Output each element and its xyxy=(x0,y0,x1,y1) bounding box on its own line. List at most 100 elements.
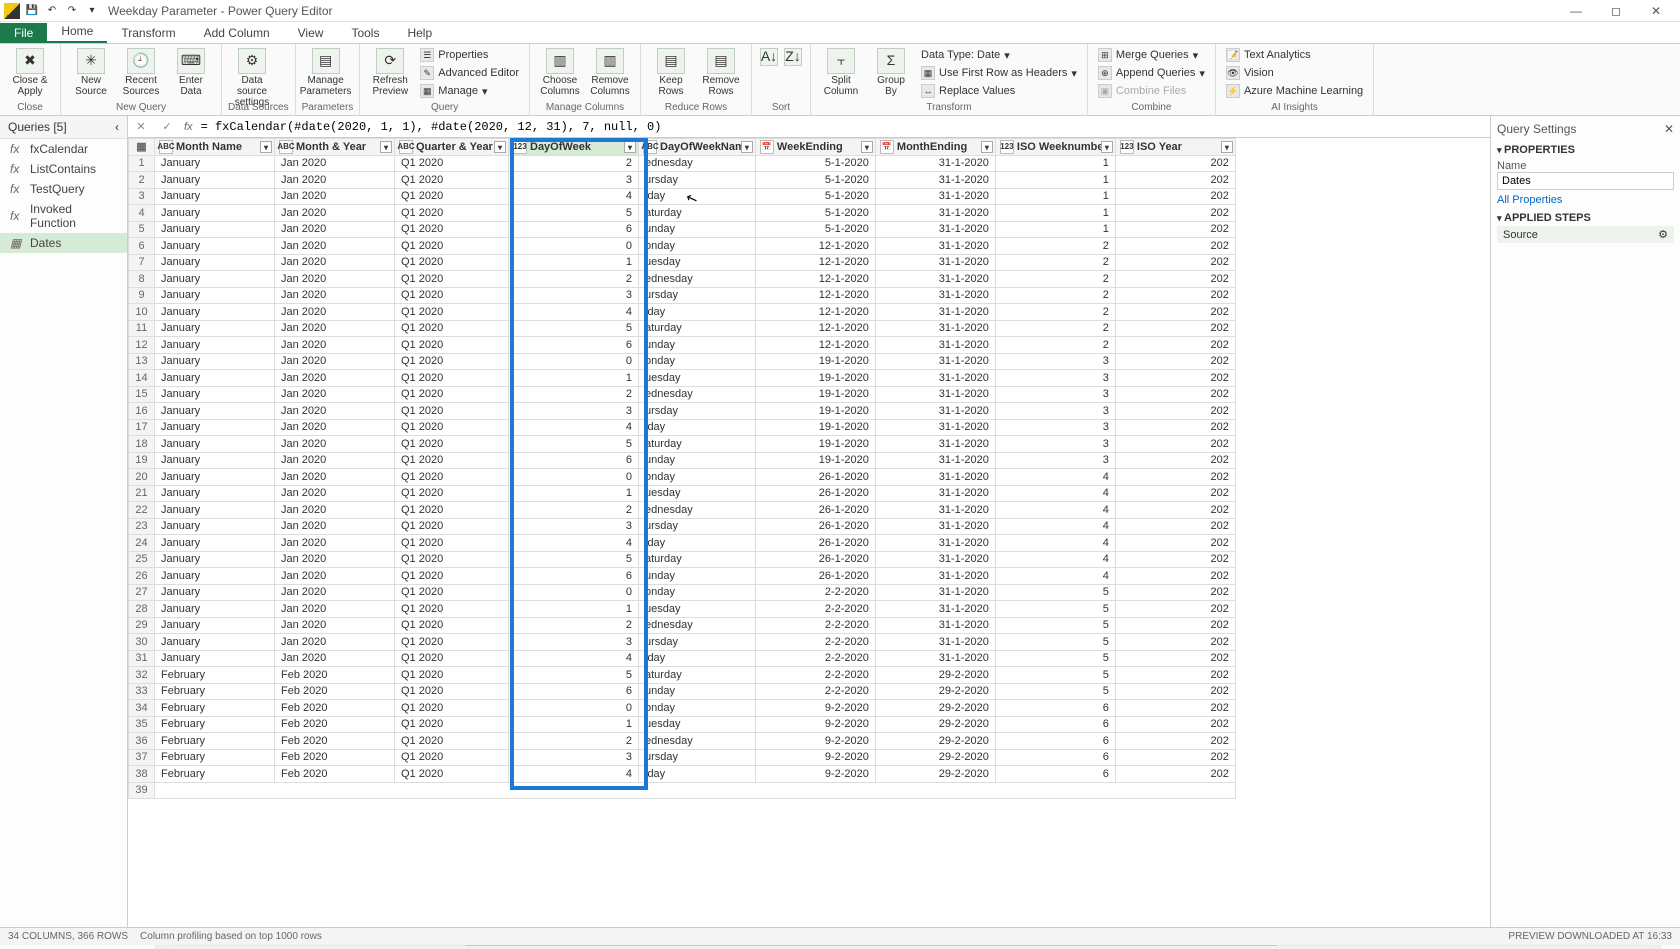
filter-icon[interactable]: ▾ xyxy=(1101,141,1113,153)
cell[interactable]: 31-1-2020 xyxy=(875,304,995,321)
cell[interactable]: January xyxy=(155,419,275,436)
cell[interactable]: January xyxy=(155,155,275,172)
table-row[interactable]: 34FebruaryFeb 2020Q1 20200onday9-2-20202… xyxy=(129,700,1236,717)
cell[interactable]: February xyxy=(155,683,275,700)
column-header[interactable]: 123ISO Weeknumber▾ xyxy=(995,139,1115,156)
column-header[interactable]: 123DayOfWeek▾ xyxy=(509,139,639,156)
collapse-queries-icon[interactable]: ‹ xyxy=(115,120,119,134)
tab-help[interactable]: Help xyxy=(393,23,446,43)
cell[interactable]: ursday xyxy=(639,634,756,651)
cell[interactable]: 2-2-2020 xyxy=(755,667,875,684)
cell[interactable]: January xyxy=(155,634,275,651)
cell[interactable]: 29-2-2020 xyxy=(875,766,995,783)
cell[interactable]: Q1 2020 xyxy=(395,485,509,502)
cell[interactable]: 31-1-2020 xyxy=(875,386,995,403)
tab-view[interactable]: View xyxy=(284,23,338,43)
properties-button[interactable]: ☰Properties xyxy=(416,46,523,64)
cell[interactable]: 0 xyxy=(509,353,639,370)
table-row[interactable]: 18JanuaryJan 2020Q1 20205aturday19-1-202… xyxy=(129,436,1236,453)
cell[interactable]: 31-1-2020 xyxy=(875,353,995,370)
cell[interactable]: 31-1-2020 xyxy=(875,436,995,453)
cell[interactable]: uesday xyxy=(639,370,756,387)
table-row[interactable]: 8JanuaryJan 2020Q1 20202ednesday12-1-202… xyxy=(129,271,1236,288)
cell[interactable]: Q1 2020 xyxy=(395,452,509,469)
cell[interactable]: 5-1-2020 xyxy=(755,221,875,238)
cell[interactable]: onday xyxy=(639,584,756,601)
new-source-button[interactable]: ✳New Source xyxy=(67,46,115,97)
cell[interactable]: 9-2-2020 xyxy=(755,700,875,717)
cell[interactable]: 2 xyxy=(995,271,1115,288)
cell[interactable]: 5-1-2020 xyxy=(755,155,875,172)
corner-cell[interactable]: ▦ xyxy=(129,139,155,156)
type-icon[interactable]: ABC xyxy=(279,140,293,154)
cell[interactable]: 2 xyxy=(509,733,639,750)
cell[interactable]: 19-1-2020 xyxy=(755,353,875,370)
cell[interactable]: ednesday xyxy=(639,733,756,750)
cell[interactable]: 4 xyxy=(509,419,639,436)
cell[interactable]: Jan 2020 xyxy=(275,254,395,271)
cell[interactable]: 31-1-2020 xyxy=(875,617,995,634)
cell[interactable]: Q1 2020 xyxy=(395,518,509,535)
row-number[interactable]: 32 xyxy=(129,667,155,684)
cell[interactable]: 19-1-2020 xyxy=(755,452,875,469)
cell[interactable]: Feb 2020 xyxy=(275,667,395,684)
cell[interactable]: iday xyxy=(639,650,756,667)
cell[interactable]: Jan 2020 xyxy=(275,353,395,370)
cell[interactable]: unday xyxy=(639,337,756,354)
cell[interactable]: Q1 2020 xyxy=(395,568,509,585)
cell[interactable]: Jan 2020 xyxy=(275,535,395,552)
cell[interactable]: January xyxy=(155,188,275,205)
cell[interactable]: 3 xyxy=(995,419,1115,436)
cell[interactable]: 5 xyxy=(509,320,639,337)
table-row[interactable]: 20JanuaryJan 2020Q1 20200onday26-1-20203… xyxy=(129,469,1236,486)
cell[interactable]: 1 xyxy=(509,601,639,618)
cell[interactable]: Jan 2020 xyxy=(275,403,395,420)
cell[interactable]: onday xyxy=(639,238,756,255)
cell[interactable]: 202 xyxy=(1115,254,1235,271)
cell[interactable]: January xyxy=(155,584,275,601)
cell[interactable]: 31-1-2020 xyxy=(875,535,995,552)
cell[interactable]: 202 xyxy=(1115,584,1235,601)
cell[interactable]: 202 xyxy=(1115,683,1235,700)
text-analytics-button[interactable]: 📝Text Analytics xyxy=(1222,46,1367,64)
cell[interactable]: 2-2-2020 xyxy=(755,634,875,651)
merge-queries-button[interactable]: ⊞Merge Queries ▾ xyxy=(1094,46,1209,64)
cell[interactable]: Q1 2020 xyxy=(395,716,509,733)
cell[interactable]: Q1 2020 xyxy=(395,436,509,453)
row-number[interactable]: 19 xyxy=(129,452,155,469)
filter-icon[interactable]: ▾ xyxy=(981,141,993,153)
cell[interactable]: Jan 2020 xyxy=(275,287,395,304)
cell[interactable]: 3 xyxy=(509,287,639,304)
cell[interactable]: 31-1-2020 xyxy=(875,155,995,172)
cell[interactable]: 0 xyxy=(509,469,639,486)
filter-icon[interactable]: ▾ xyxy=(260,141,272,153)
cell[interactable]: 2 xyxy=(509,386,639,403)
cell[interactable]: 1 xyxy=(995,155,1115,172)
column-header[interactable]: 📅WeekEnding▾ xyxy=(755,139,875,156)
cell[interactable]: Q1 2020 xyxy=(395,155,509,172)
row-number[interactable]: 22 xyxy=(129,502,155,519)
cell[interactable]: 6 xyxy=(509,452,639,469)
cell[interactable]: onday xyxy=(639,700,756,717)
all-properties-link[interactable]: All Properties xyxy=(1497,194,1674,206)
row-number[interactable]: 8 xyxy=(129,271,155,288)
row-number[interactable]: 20 xyxy=(129,469,155,486)
cell[interactable]: January xyxy=(155,403,275,420)
table-row[interactable]: 13JanuaryJan 2020Q1 20200onday19-1-20203… xyxy=(129,353,1236,370)
cell[interactable]: 5 xyxy=(509,436,639,453)
query-name-input[interactable] xyxy=(1497,172,1674,190)
cell[interactable]: 2 xyxy=(995,238,1115,255)
row-number[interactable]: 24 xyxy=(129,535,155,552)
cell[interactable]: Q1 2020 xyxy=(395,584,509,601)
cell[interactable]: Q1 2020 xyxy=(395,733,509,750)
cell[interactable]: 31-1-2020 xyxy=(875,254,995,271)
cell[interactable]: 6 xyxy=(509,683,639,700)
cell[interactable]: 31-1-2020 xyxy=(875,601,995,618)
cell[interactable]: 29-2-2020 xyxy=(875,749,995,766)
cell[interactable]: 5 xyxy=(509,667,639,684)
cell[interactable]: Q1 2020 xyxy=(395,254,509,271)
cell[interactable]: onday xyxy=(639,353,756,370)
cell[interactable]: 12-1-2020 xyxy=(755,337,875,354)
cell[interactable]: Jan 2020 xyxy=(275,419,395,436)
filter-icon[interactable]: ▾ xyxy=(1221,141,1233,153)
